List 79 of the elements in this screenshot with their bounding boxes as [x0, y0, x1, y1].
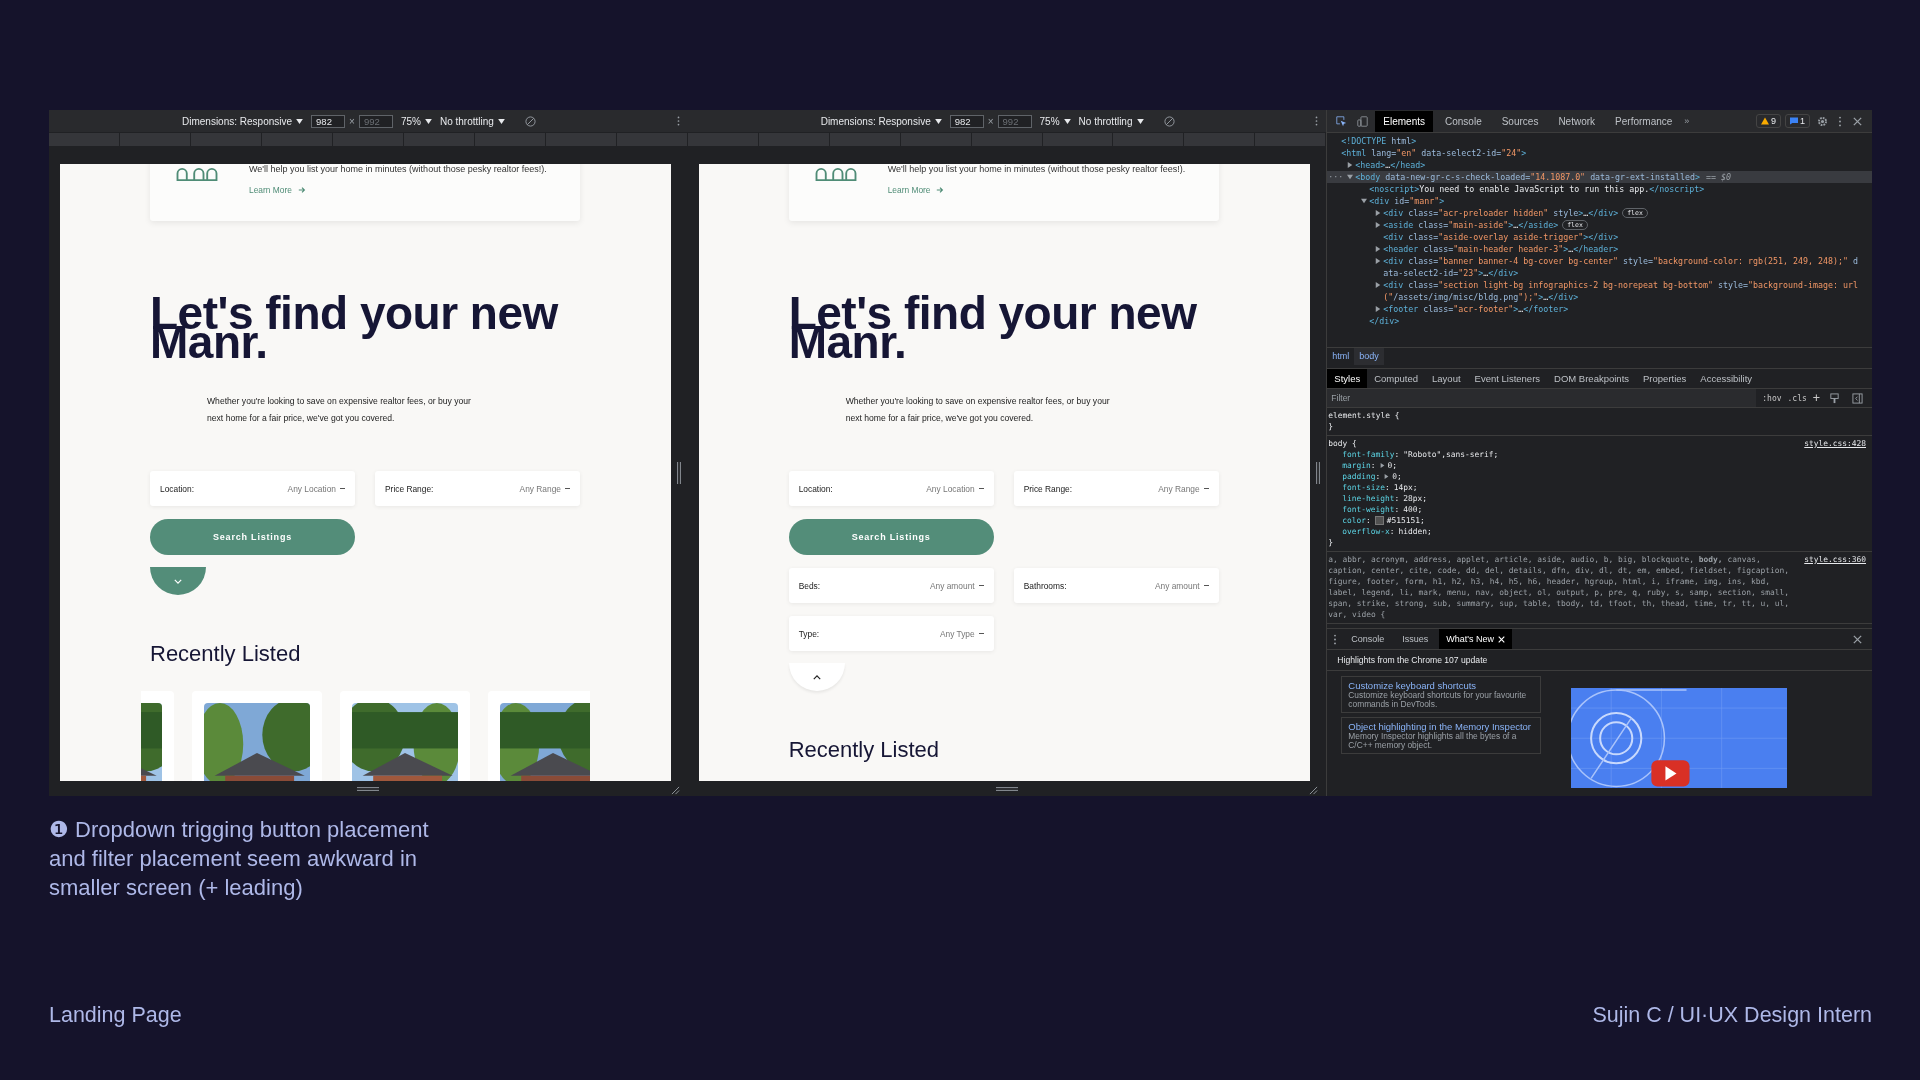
node-reference: == $0 [1706, 171, 1731, 183]
dimensions-dropdown[interactable]: Dimensions: Responsive [820, 115, 942, 127]
filter-dropdown[interactable]: Price Range: Any Range [375, 471, 580, 506]
throttling-dropdown[interactable]: No throttling [1078, 115, 1144, 127]
author-credit: Sujin C / UI·UX Design Intern [1592, 1003, 1872, 1028]
dom-node[interactable]: <div id="manr"> [1369, 195, 1445, 207]
annotation-text: ❶ Dropdown trigging button placement and filter placement seem awkward in smaller screen (+ leading) [49, 816, 430, 902]
promo-text: We'll help you list your home in minutes (without those pesky realtor fees!). [249, 164, 547, 174]
panel-tab[interactable]: Performance [1607, 110, 1681, 132]
section-heading: Recently Listed [788, 737, 940, 763]
panel-tab[interactable]: Sources [1493, 110, 1547, 132]
dom-node[interactable]: <div class="acr-preloader hidden" style>…</div> [1383, 207, 1619, 219]
times-sign: × [987, 115, 994, 127]
dom-node[interactable]: <html lang="en" data-select2-id="24"> [1341, 147, 1527, 159]
times-sign: × [349, 115, 355, 127]
filter-dropdown[interactable]: Type: Any Type [788, 616, 994, 651]
highlight-link[interactable]: Customize keyboard shortcuts [1348, 680, 1535, 691]
height-field[interactable]: 992 [358, 114, 393, 128]
dimensions-dropdown[interactable]: Dimensions: Responsive [182, 115, 304, 127]
filter-dropdown[interactable]: Beds: Any amount [788, 568, 994, 603]
intro-text: Whether you're looking to save on expensive realtor fees, or buy your next home for a fair price, we've got you covered. [207, 395, 472, 425]
styles-tab[interactable]: Layout [1425, 369, 1468, 388]
dom-node[interactable]: <header class="main-header header-3">…</header> [1383, 243, 1619, 255]
styles-tab[interactable]: Properties [1636, 369, 1694, 388]
styles-tab[interactable]: Event Listeners [1467, 369, 1548, 388]
styles-tab[interactable]: Styles [1327, 369, 1368, 388]
filter-dropdown[interactable]: Price Range: Any Range [1013, 471, 1219, 506]
styles-tab[interactable]: Accessibility [1693, 369, 1760, 388]
throttling-dropdown[interactable]: No throttling [439, 115, 505, 127]
page-heading: Let's find your new Manr. [788, 289, 1197, 357]
width-field[interactable]: 982 [949, 114, 984, 128]
messages-counter[interactable]: 1 [1785, 114, 1810, 128]
slide-title: Landing Page [49, 1003, 182, 1028]
dom-node[interactable]: <body data-new-gr-c-s-check-loaded="14.1087.0" data-gr-ext-installed> [1355, 171, 1701, 183]
panel-tab[interactable]: Network [1550, 110, 1604, 132]
highlight-text: Customize keyboard shortcuts for your favourite commands in DevTools. [1348, 691, 1528, 709]
section-heading: Recently Listed [150, 641, 301, 667]
drawer-tab[interactable]: What's New [1439, 629, 1513, 649]
classes-button[interactable]: .cls [1787, 393, 1807, 403]
drawer-tab[interactable]: Console [1344, 629, 1392, 649]
breadcrumb[interactable]: html [1327, 348, 1355, 365]
height-field[interactable]: 992 [997, 114, 1032, 128]
dom-node[interactable]: <noscript>You need to enable JavaScript to run this app.</noscript> [1369, 183, 1705, 195]
dom-node[interactable]: <!DOCTYPE html> [1341, 135, 1417, 147]
drawer-tab[interactable]: Issues [1395, 629, 1436, 649]
dom-node[interactable]: <head>…</head> [1355, 159, 1426, 171]
width-field[interactable]: 982 [311, 114, 346, 128]
dom-node[interactable]: <div class="section light-bg infographics-2 bg-norepeat bg-bottom" style="background-image: url("/assets/img/misc/bldg.png");">…</div> [1383, 279, 1860, 303]
panel-tab[interactable]: Elements [1375, 110, 1433, 132]
filter-dropdown[interactable]: Bathrooms: Any amount [1013, 568, 1219, 603]
dom-node[interactable]: <aside class="main-aside">…</aside> [1383, 219, 1559, 231]
zoom-dropdown[interactable]: 75% [400, 115, 432, 127]
more-tabs-button[interactable]: » [1684, 116, 1690, 126]
promo-text: We'll help you list your home in minutes (without those pesky realtor fees!). [887, 164, 1186, 174]
hover-state-button[interactable]: :hov [1762, 393, 1782, 403]
panel-tab[interactable]: Console [1437, 110, 1490, 132]
styles-tab[interactable]: Computed [1367, 369, 1426, 388]
new-rule-button[interactable]: + [1812, 391, 1820, 405]
dom-node[interactable]: <footer class="acr-footer">…</footer> [1383, 303, 1569, 315]
warnings-counter[interactable]: 9 [1756, 114, 1781, 128]
page-heading: Let's find your new Manr. [150, 289, 558, 357]
dom-node[interactable]: <div class="aside-overlay aside-trigger"></div> [1383, 231, 1619, 243]
search-listings-button[interactable]: Search Listings [788, 519, 994, 555]
filter-dropdown[interactable]: Location: Any Location [788, 471, 994, 506]
ellipsis-icon[interactable]: ··· [1328, 171, 1344, 183]
breadcrumb[interactable]: body [1354, 348, 1384, 365]
learn-more-link[interactable]: Learn More [887, 185, 945, 195]
learn-more-link[interactable]: Learn More [249, 185, 306, 195]
dom-node[interactable]: <div class="banner banner-4 bg-cover bg-center" style="background-color: rgb(251, 249, 248);" data-select2-id="23">…</div> [1383, 255, 1860, 279]
zoom-dropdown[interactable]: 75% [1039, 115, 1071, 127]
highlight-text: Memory Inspector highlights all the bytes of a C/C++ memory object. [1348, 732, 1517, 750]
filter-field[interactable]: Filter [1327, 389, 1757, 407]
highlight-link[interactable]: Object highlighting in the Memory Inspector [1348, 721, 1535, 732]
dom-node[interactable]: </div> [1369, 315, 1400, 327]
highlights-heading: Highlights from the Chrome 107 update [1327, 650, 1872, 671]
styles-tab[interactable]: DOM Breakpoints [1547, 369, 1637, 388]
intro-text: Whether you're looking to save on expensive realtor fees, or buy your next home for a fair price, we've got you covered. [845, 395, 1111, 425]
search-listings-button[interactable]: Search Listings [150, 519, 355, 555]
filter-dropdown[interactable]: Location: Any Location [150, 471, 355, 506]
